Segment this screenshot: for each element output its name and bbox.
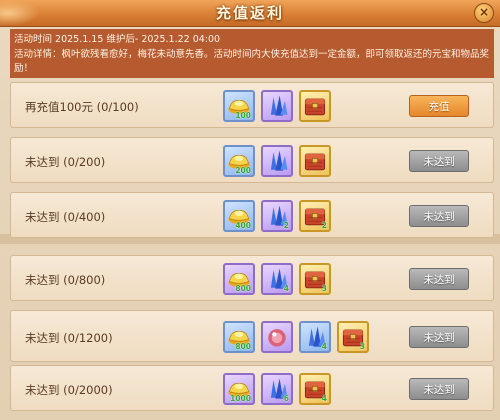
tier-requirement-label: 未达到 (0/1200) — [25, 331, 113, 345]
tier-requirement-label: 未达到 (0/2000) — [25, 383, 113, 397]
reward-item-slot[interactable]: 100 — [223, 90, 255, 122]
reward-item-slot[interactable]: 4 — [261, 263, 293, 295]
reward-count: 6 — [283, 394, 289, 403]
reward-item-slot[interactable] — [261, 145, 293, 177]
reward-count: 4 — [321, 342, 327, 351]
reward-tier-row: 未达到 (0/1200) 800 4 3 未达到 — [10, 310, 494, 362]
reward-count: 4 — [283, 284, 289, 293]
activity-time: 活动时间 2025.1.15 维护后- 2025.1.22 04:00 — [14, 34, 221, 45]
reward-item-slot[interactable]: 800 — [223, 321, 255, 353]
reward-count: 1000 — [230, 394, 251, 403]
reward-item-slot[interactable] — [261, 321, 293, 353]
reward-item-slot[interactable] — [299, 90, 331, 122]
reward-tier-row: 未达到 (0/200) 200 未达到 — [10, 137, 494, 183]
window-title: 充值返利 — [215, 4, 284, 22]
blue-crystal-icon — [270, 95, 288, 116]
reward-count: 800 — [235, 284, 251, 293]
reward-tier-row: 未达到 (0/400) 400 2 2 未达到 — [10, 192, 494, 238]
blue-crystal-icon — [270, 150, 288, 171]
reward-tier-row: 未达到 (0/800) 800 4 3 未达到 — [10, 255, 494, 301]
reward-tier-row: 未达到 (0/2000) 1000 6 4 未达到 — [10, 365, 494, 411]
tier-requirement-label: 再充值100元 (0/100) — [25, 100, 139, 114]
activity-detail: 活动详情：枫叶欲残看愈好，梅花未动意先香。活动时间内大侠充值达到一定金额，即可领… — [14, 49, 490, 74]
tier-requirement-label: 未达到 (0/400) — [25, 210, 106, 224]
window-header: 充值返利 × — [0, 0, 500, 27]
reward-count: 3 — [321, 284, 327, 293]
reward-count: 400 — [235, 221, 251, 230]
reward-item-slot[interactable]: 200 — [223, 145, 255, 177]
reward-item-slot[interactable]: 400 — [223, 200, 255, 232]
reward-item-slot[interactable] — [299, 145, 331, 177]
close-icon[interactable]: × — [474, 3, 494, 23]
not-reached-button[interactable]: 未达到 — [409, 326, 469, 348]
reward-count: 200 — [235, 166, 251, 175]
not-reached-button[interactable]: 未达到 — [409, 268, 469, 290]
reward-item-slot[interactable] — [261, 90, 293, 122]
recharge-rebate-window: 充值返利 × 活动时间 2025.1.15 维护后- 2025.1.22 04:… — [0, 0, 500, 420]
reward-item-slot[interactable]: 3 — [299, 263, 331, 295]
red-treasure-box-icon — [304, 153, 326, 171]
reward-count: 4 — [321, 394, 327, 403]
reward-item-slot[interactable]: 6 — [261, 373, 293, 405]
reward-item-slot[interactable]: 2 — [299, 200, 331, 232]
not-reached-button[interactable]: 未达到 — [409, 378, 469, 400]
red-treasure-box-icon — [304, 98, 326, 116]
reward-item-slot[interactable]: 4 — [299, 373, 331, 405]
reward-item-slot[interactable]: 800 — [223, 263, 255, 295]
not-reached-button[interactable]: 未达到 — [409, 150, 469, 172]
recharge-button[interactable]: 充值 — [409, 95, 469, 117]
reward-count: 2 — [283, 221, 289, 230]
tier-requirement-label: 未达到 (0/200) — [25, 155, 106, 169]
tier-requirement-label: 未达到 (0/800) — [25, 273, 106, 287]
reward-count: 800 — [235, 342, 251, 351]
reward-tier-row: 再充值100元 (0/100) 100 充值 — [10, 82, 494, 128]
reward-item-slot[interactable]: 2 — [261, 200, 293, 232]
reward-count: 3 — [359, 342, 365, 351]
reward-count: 2 — [321, 221, 327, 230]
reward-item-slot[interactable]: 3 — [337, 321, 369, 353]
not-reached-button[interactable]: 未达到 — [409, 205, 469, 227]
activity-info: 活动时间 2025.1.15 维护后- 2025.1.22 04:00 活动详情… — [10, 29, 494, 78]
reward-item-slot[interactable]: 1000 — [223, 373, 255, 405]
reward-item-slot[interactable]: 4 — [299, 321, 331, 353]
pink-orb-icon — [268, 329, 286, 347]
reward-count: 100 — [235, 111, 251, 120]
